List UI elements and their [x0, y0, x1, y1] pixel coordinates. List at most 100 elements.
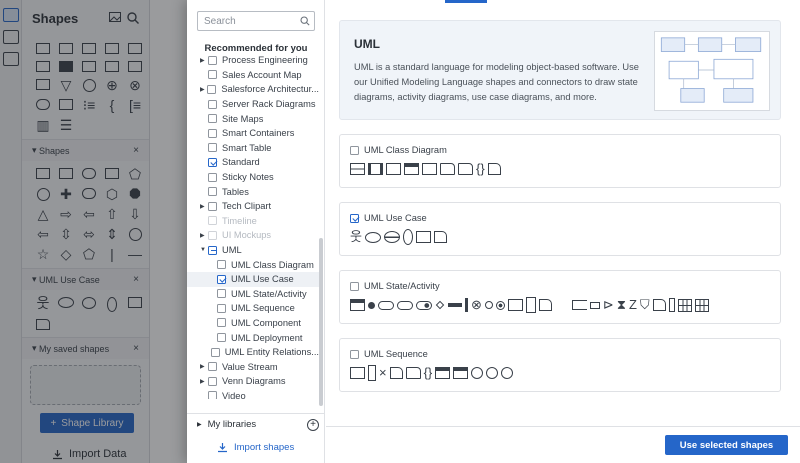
join-bar-shape[interactable]: [465, 298, 468, 312]
library-list-item[interactable]: Site Maps: [187, 111, 319, 126]
library-list-item[interactable]: ▼ UML: [187, 243, 319, 258]
note-shape[interactable]: [538, 299, 552, 311]
library-list-item[interactable]: UML Sequence: [187, 301, 319, 316]
class-shape[interactable]: [350, 163, 365, 175]
library-checkbox[interactable]: [210, 347, 220, 357]
my-libraries-row[interactable]: ▶ My libraries +: [187, 413, 325, 435]
use-selected-shapes-button[interactable]: Use selected shapes: [665, 435, 788, 455]
x-circle-icon[interactable]: ⊗: [471, 297, 482, 313]
action-shape[interactable]: [416, 300, 432, 310]
rect-shape[interactable]: [507, 299, 523, 311]
rect-shape[interactable]: [386, 163, 401, 175]
state-shape[interactable]: [350, 299, 365, 311]
list-scrollbar[interactable]: [319, 238, 323, 406]
send-signal-shape[interactable]: [571, 300, 587, 310]
partition-shape[interactable]: [677, 298, 692, 312]
library-checkbox[interactable]: [208, 128, 217, 138]
library-list-item[interactable]: ▶ Tech Clipart: [187, 199, 319, 214]
library-checkbox[interactable]: [208, 172, 217, 182]
import-shapes-link[interactable]: Import shapes: [217, 442, 294, 453]
actor-icon[interactable]: 웃: [350, 229, 362, 245]
library-checkbox[interactable]: [217, 333, 226, 343]
library-checkbox[interactable]: [208, 245, 217, 255]
library-checkbox[interactable]: [208, 157, 217, 167]
note-shape[interactable]: [433, 231, 447, 243]
library-checkbox[interactable]: [208, 55, 217, 65]
card-checkbox[interactable]: [350, 213, 359, 223]
rect-shape[interactable]: [422, 163, 437, 175]
card-uml-state-activity[interactable]: UML State/Activity ⊗ ⊳ ⧗ Z ⛉: [339, 270, 781, 324]
library-list-item[interactable]: UML Class Diagram: [187, 257, 319, 272]
system-shape[interactable]: [415, 231, 431, 243]
signal-shape[interactable]: [589, 301, 600, 309]
library-list-item[interactable]: Standard: [187, 155, 319, 170]
swimlane-shape[interactable]: [668, 298, 675, 312]
shield-icon[interactable]: ⛉: [640, 297, 650, 313]
library-checkbox[interactable]: [208, 391, 217, 399]
chevron-right-icon[interactable]: ▶: [200, 232, 208, 239]
library-list-item[interactable]: UML State/Activity: [187, 287, 319, 302]
entity-shape[interactable]: [471, 367, 484, 379]
package-shape[interactable]: [440, 163, 455, 175]
destroy-icon[interactable]: ×: [379, 365, 387, 381]
activation-shape[interactable]: [368, 365, 376, 381]
library-list-item[interactable]: Sales Account Map: [187, 68, 319, 83]
chevron-right-icon[interactable]: ▶: [200, 363, 208, 370]
library-checkbox[interactable]: [208, 143, 217, 153]
use-case-tall-shape[interactable]: [402, 229, 413, 245]
fork-bar-shape[interactable]: [448, 303, 462, 307]
package-shape[interactable]: [458, 163, 473, 175]
note-shape[interactable]: [487, 163, 501, 175]
package-shape[interactable]: [405, 367, 421, 379]
library-checkbox[interactable]: [217, 274, 226, 284]
brace-icon[interactable]: {}: [476, 161, 485, 177]
chevron-right-icon[interactable]: ▶: [200, 378, 208, 385]
use-case-shape[interactable]: [364, 231, 381, 243]
card-uml-sequence[interactable]: UML Sequence × {}: [339, 338, 781, 392]
boundary-shape[interactable]: [501, 367, 514, 379]
library-checkbox[interactable]: [208, 70, 217, 80]
library-checkbox[interactable]: [208, 362, 217, 372]
hourglass-icon[interactable]: ⧗: [617, 297, 626, 313]
library-list-item[interactable]: Server Rack Diagrams: [187, 97, 319, 112]
library-list-item[interactable]: ▶ Value Stream: [187, 359, 319, 374]
ring-shape[interactable]: [484, 301, 493, 309]
object-shape[interactable]: [525, 297, 536, 313]
library-list-item[interactable]: Sticky Notes: [187, 170, 319, 185]
brace-icon[interactable]: {}: [424, 365, 433, 381]
note-shape[interactable]: [652, 299, 666, 311]
library-list-item[interactable]: UML Component: [187, 316, 319, 331]
card-uml-use-case[interactable]: UML Use Case 웃: [339, 202, 781, 256]
card-checkbox[interactable]: [350, 281, 359, 291]
note-shape[interactable]: [389, 367, 403, 379]
search-input[interactable]: [197, 11, 315, 31]
library-list-item[interactable]: UML Use Case: [187, 271, 319, 287]
use-case-split-shape[interactable]: [383, 231, 400, 243]
chevron-right-icon[interactable]: ▶: [200, 57, 208, 64]
final-state-shape[interactable]: [495, 300, 505, 310]
chevron-down-icon[interactable]: ▼: [200, 247, 208, 253]
decision-shape[interactable]: [435, 300, 445, 310]
initial-state-shape[interactable]: [368, 301, 375, 309]
library-checkbox[interactable]: [208, 99, 217, 109]
frame-shape[interactable]: [453, 367, 469, 379]
library-checkbox[interactable]: [207, 84, 217, 94]
library-list-item[interactable]: UML Entity Relations...: [187, 345, 319, 360]
frame-shape[interactable]: [435, 367, 451, 379]
library-list-item[interactable]: ▶ Venn Diagrams: [187, 374, 319, 389]
library-checkbox[interactable]: [217, 260, 226, 270]
library-list-item[interactable]: UML Deployment: [187, 330, 319, 345]
library-checkbox[interactable]: [208, 114, 217, 124]
header-rect-shape[interactable]: [404, 163, 419, 175]
library-checkbox[interactable]: [208, 376, 217, 386]
control-shape[interactable]: [486, 367, 499, 379]
table-shape[interactable]: [694, 298, 709, 312]
library-checkbox[interactable]: [208, 201, 217, 211]
card-checkbox[interactable]: [350, 145, 359, 155]
zigzag-icon[interactable]: Z: [629, 297, 637, 313]
add-library-icon[interactable]: +: [307, 418, 319, 431]
library-list-item[interactable]: ▶ Salesforce Architectur...: [187, 82, 319, 97]
library-checkbox[interactable]: [217, 318, 226, 328]
card-uml-class-diagram[interactable]: UML Class Diagram {}: [339, 134, 781, 188]
library-list-item[interactable]: ▶ Process Engineering: [187, 53, 319, 68]
